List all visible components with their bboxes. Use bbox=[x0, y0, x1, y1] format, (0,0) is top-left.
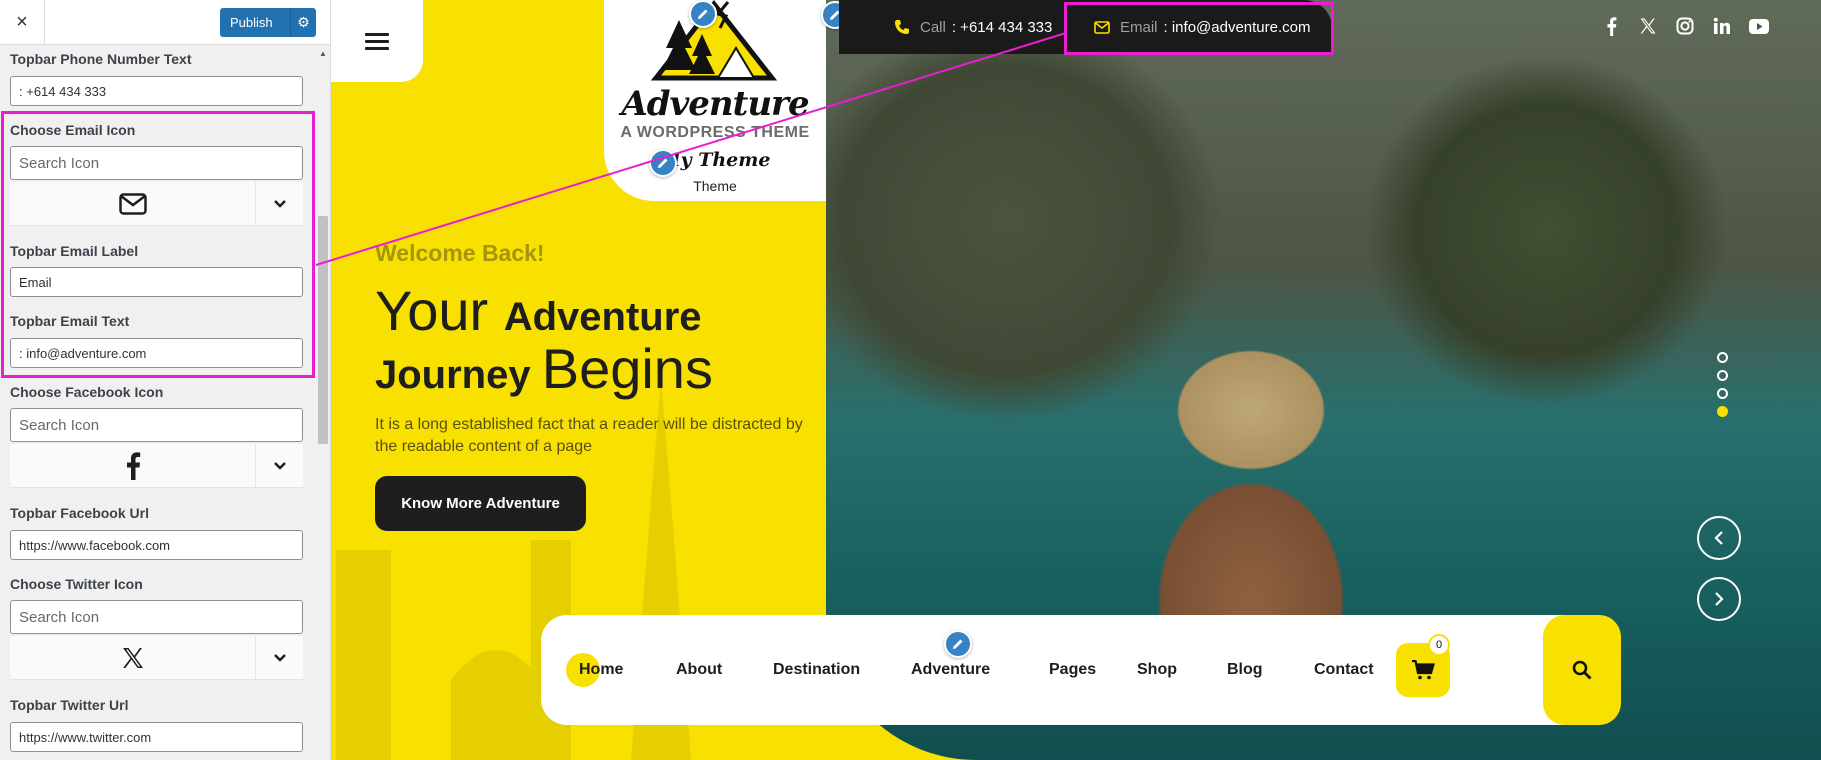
site-preview: Adventure A WORDPRESS THEME My Theme The… bbox=[331, 0, 1821, 760]
edit-site-title-pencil-icon[interactable] bbox=[649, 149, 677, 177]
call-value[interactable]: : +614 434 333 bbox=[952, 19, 1053, 36]
logo-title: Adventure bbox=[621, 84, 809, 124]
hero-line1-thin: Your bbox=[375, 279, 504, 342]
facebook-icon[interactable] bbox=[1601, 16, 1621, 36]
facebook-icon-label: Choose Facebook Icon bbox=[10, 384, 164, 400]
topbar-email: Email : info@adventure.com bbox=[1094, 0, 1310, 54]
twitter-icon-search-input[interactable]: Search Icon bbox=[10, 600, 303, 634]
call-label: Call bbox=[920, 18, 946, 36]
logo-card: Adventure A WORDPRESS THEME My Theme The… bbox=[604, 0, 826, 201]
menu-toggle-button[interactable] bbox=[331, 0, 423, 82]
publish-button[interactable]: Publish ⚙ bbox=[220, 8, 316, 37]
email-label: Email bbox=[1120, 18, 1158, 36]
facebook-url-label: Topbar Facebook Url bbox=[10, 505, 149, 521]
x-twitter-icon[interactable] bbox=[10, 636, 256, 680]
nav-item-blog[interactable]: Blog bbox=[1227, 615, 1263, 725]
search-icon bbox=[1572, 660, 1592, 680]
twitter-url-label: Topbar Twitter Url bbox=[10, 697, 129, 713]
cart-count-badge: 0 bbox=[1428, 634, 1450, 656]
nav-item-shop[interactable]: Shop bbox=[1137, 615, 1177, 725]
hero-line1-bold: Adventure bbox=[503, 295, 702, 339]
hero-line2-thin: Begins bbox=[541, 337, 713, 400]
nav-item-destination[interactable]: Destination bbox=[773, 615, 860, 725]
facebook-icon[interactable] bbox=[10, 444, 256, 488]
email-label-label: Topbar Email Label bbox=[10, 243, 139, 259]
chevron-down-icon[interactable] bbox=[256, 444, 303, 488]
hero-line2-bold: Journey bbox=[375, 353, 542, 397]
site-title[interactable]: My Theme bbox=[604, 149, 826, 171]
main-navigation: Home About Destination Adventure Pages S… bbox=[541, 615, 1621, 725]
scroll-up-arrow-icon[interactable]: ▲ bbox=[316, 46, 330, 60]
hero-welcome: Welcome Back! bbox=[375, 240, 545, 266]
linkedin-icon[interactable] bbox=[1712, 16, 1732, 36]
twitter-icon-label: Choose Twitter Icon bbox=[10, 576, 143, 592]
social-links bbox=[1601, 12, 1769, 40]
youtube-icon[interactable] bbox=[1749, 16, 1769, 36]
hero-heading-line2: Journey Begins bbox=[375, 336, 713, 401]
customizer-controls: Topbar Phone Number Text : +614 434 333 … bbox=[0, 46, 315, 760]
envelope-icon bbox=[1094, 20, 1110, 34]
instagram-icon[interactable] bbox=[1675, 16, 1695, 36]
chevron-down-icon[interactable] bbox=[256, 182, 303, 226]
facebook-url-field[interactable]: https://www.facebook.com bbox=[10, 530, 303, 560]
close-customizer-button[interactable]: × bbox=[0, 0, 45, 45]
phone-text-label: Topbar Phone Number Text bbox=[10, 51, 192, 67]
customizer-panel: × Publish ⚙ Topbar Phone Number Text : +… bbox=[0, 0, 331, 760]
facebook-icon-picker bbox=[10, 444, 303, 488]
edit-menu-pencil-icon[interactable] bbox=[944, 630, 972, 658]
email-icon-label: Choose Email Icon bbox=[10, 122, 136, 138]
logo-tagline: A WORDPRESS THEME bbox=[620, 124, 810, 141]
email-text-field[interactable]: : info@adventure.com bbox=[10, 338, 303, 368]
chevron-down-icon[interactable] bbox=[256, 636, 303, 680]
slider-next-button[interactable] bbox=[1697, 577, 1741, 621]
slider-prev-button[interactable] bbox=[1697, 516, 1741, 560]
topbar: Call : +614 434 333 Email : info@adventu… bbox=[839, 0, 1332, 54]
search-button[interactable] bbox=[1543, 615, 1621, 725]
know-more-button[interactable]: Know More Adventure bbox=[375, 476, 586, 531]
panel-scrollbar[interactable]: ▲ bbox=[316, 46, 330, 760]
publish-label: Publish bbox=[230, 15, 273, 30]
nav-item-about[interactable]: About bbox=[676, 615, 722, 725]
chevron-left-icon bbox=[1714, 531, 1723, 545]
phone-icon bbox=[895, 20, 909, 34]
slider-dot[interactable] bbox=[1717, 352, 1728, 363]
email-text-label: Topbar Email Text bbox=[10, 313, 130, 329]
phone-text-field[interactable]: : +614 434 333 bbox=[10, 76, 303, 106]
edit-logo-pencil-icon[interactable] bbox=[689, 0, 717, 28]
nav-item-home[interactable]: Home bbox=[579, 615, 623, 725]
facebook-icon-search-input[interactable]: Search Icon bbox=[10, 408, 303, 442]
email-icon-picker bbox=[10, 182, 303, 226]
email-label-field[interactable]: Email bbox=[10, 267, 303, 297]
email-value[interactable]: : info@adventure.com bbox=[1164, 19, 1311, 36]
twitter-url-field[interactable]: https://www.twitter.com bbox=[10, 722, 303, 752]
nav-item-contact[interactable]: Contact bbox=[1314, 615, 1374, 725]
envelope-icon[interactable] bbox=[10, 182, 256, 226]
slider-dot[interactable] bbox=[1717, 370, 1728, 381]
topbar-call: Call : +614 434 333 bbox=[894, 0, 1052, 54]
scrollbar-thumb[interactable] bbox=[318, 216, 328, 444]
slider-dot-active[interactable] bbox=[1717, 406, 1728, 417]
hero-heading-line1: Your Adventure bbox=[375, 278, 702, 343]
x-twitter-icon[interactable] bbox=[1638, 16, 1658, 36]
hero-description: It is a long established fact that a rea… bbox=[375, 416, 803, 455]
site-tagline: Theme bbox=[693, 178, 737, 194]
customizer-header: × Publish ⚙ bbox=[0, 0, 330, 45]
email-icon-search-input[interactable]: Search Icon bbox=[10, 146, 303, 180]
slider-dot[interactable] bbox=[1717, 388, 1728, 399]
publish-settings-gear-icon[interactable]: ⚙ bbox=[290, 8, 316, 37]
hamburger-icon bbox=[365, 29, 389, 54]
chevron-right-icon bbox=[1715, 592, 1724, 606]
nav-item-pages[interactable]: Pages bbox=[1049, 615, 1096, 725]
cart-icon bbox=[1412, 660, 1435, 680]
twitter-icon-picker bbox=[10, 636, 303, 680]
